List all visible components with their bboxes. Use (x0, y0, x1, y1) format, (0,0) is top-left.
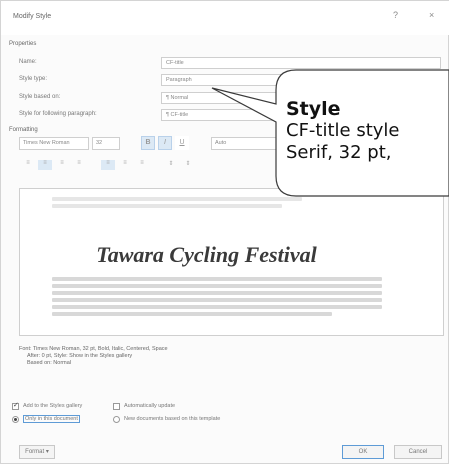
only-this-document-radio[interactable] (12, 416, 19, 423)
properties-heading: Properties (9, 41, 37, 47)
dialog-title: Modify Style (13, 13, 52, 20)
space-before-icon[interactable]: ⇕ (164, 160, 178, 170)
previous-paragraph-line (52, 204, 282, 208)
help-icon[interactable]: ? (393, 10, 398, 20)
font-name-combo[interactable]: Times New Roman (19, 137, 89, 150)
close-icon[interactable]: × (429, 10, 434, 20)
style-preview: Tawara Cycling Festival (19, 188, 444, 336)
following-paragraph-line (52, 298, 382, 302)
single-spacing-icon[interactable]: ≡ (101, 160, 115, 170)
callout-text: Style CF-title style Serif, 32 pt, (286, 98, 446, 164)
ok-button[interactable]: OK (342, 445, 384, 459)
new-documents-label: New documents based on this template (124, 416, 221, 422)
font-color-value: Auto (215, 140, 227, 146)
modify-style-dialog: Modify Style ? × Properties Name: CF-tit… (0, 0, 449, 464)
preview-sample-text: Tawara Cycling Festival (96, 242, 317, 267)
new-documents-radio[interactable] (113, 416, 120, 423)
double-spacing-icon[interactable]: ≡ (135, 160, 149, 170)
align-left-icon[interactable]: ≡ (21, 160, 35, 170)
format-button[interactable]: Format ▾ (19, 445, 55, 459)
align-center-icon[interactable]: ≡ (38, 160, 52, 170)
cancel-button[interactable]: Cancel (394, 445, 442, 459)
style-based-on-value: ¶ Normal (166, 95, 189, 101)
style-type-select[interactable]: Paragraph ▾ (161, 74, 441, 86)
auto-update-checkbox[interactable] (113, 403, 120, 410)
style-based-on-label: Style based on: (19, 94, 61, 100)
space-after-icon[interactable]: ⇕ (181, 160, 195, 170)
callout-line: CF-title style (286, 120, 400, 141)
following-paragraph-line (52, 312, 332, 316)
style-type-value: Paragraph (166, 77, 192, 83)
auto-update-label: Automatically update (124, 403, 176, 409)
following-paragraph-value: ¶ CF-title (166, 112, 189, 118)
one-half-spacing-icon[interactable]: ≡ (118, 160, 132, 170)
underline-button[interactable]: U (175, 136, 189, 150)
font-size-combo[interactable]: 32 (92, 137, 120, 150)
following-paragraph-line (52, 291, 382, 295)
name-field[interactable]: CF-title (161, 57, 441, 69)
name-value: CF-title (166, 60, 184, 66)
font-color-combo[interactable]: Auto (211, 137, 281, 150)
name-label: Name: (19, 59, 37, 65)
title-bar: Modify Style ? × (1, 1, 449, 35)
formatting-heading: Formatting (9, 127, 38, 133)
style-description: Font: Times New Roman, 32 pt, Bold, Ital… (19, 346, 419, 367)
callout-title: Style (286, 98, 341, 120)
callout-line: Serif, 32 pt, (286, 142, 392, 163)
following-paragraph-label: Style for following paragraph: (19, 111, 97, 117)
following-paragraph-line (52, 305, 382, 309)
chevron-down-icon: ▾ (432, 77, 436, 83)
following-paragraph-line (52, 284, 382, 288)
align-right-icon[interactable]: ≡ (55, 160, 69, 170)
following-paragraph-line (52, 277, 382, 281)
description-line: After: 0 pt, Style: Show in the Styles g… (27, 353, 133, 359)
font-name-value: Times New Roman (23, 140, 70, 146)
style-type-label: Style type: (19, 76, 48, 82)
previous-paragraph-line (52, 197, 302, 201)
bold-button[interactable]: B (141, 136, 155, 150)
description-line: Based on: Normal (27, 360, 72, 366)
only-this-document-label: Only in this document (23, 415, 80, 423)
font-size-value: 32 (96, 140, 103, 146)
add-to-gallery-label: Add to the Styles gallery (23, 403, 83, 409)
add-to-gallery-checkbox[interactable] (12, 401, 19, 410)
justify-icon[interactable]: ≡ (72, 160, 86, 170)
description-line: Font: Times New Roman, 32 pt, Bold, Ital… (19, 346, 168, 352)
italic-button[interactable]: I (158, 136, 172, 150)
